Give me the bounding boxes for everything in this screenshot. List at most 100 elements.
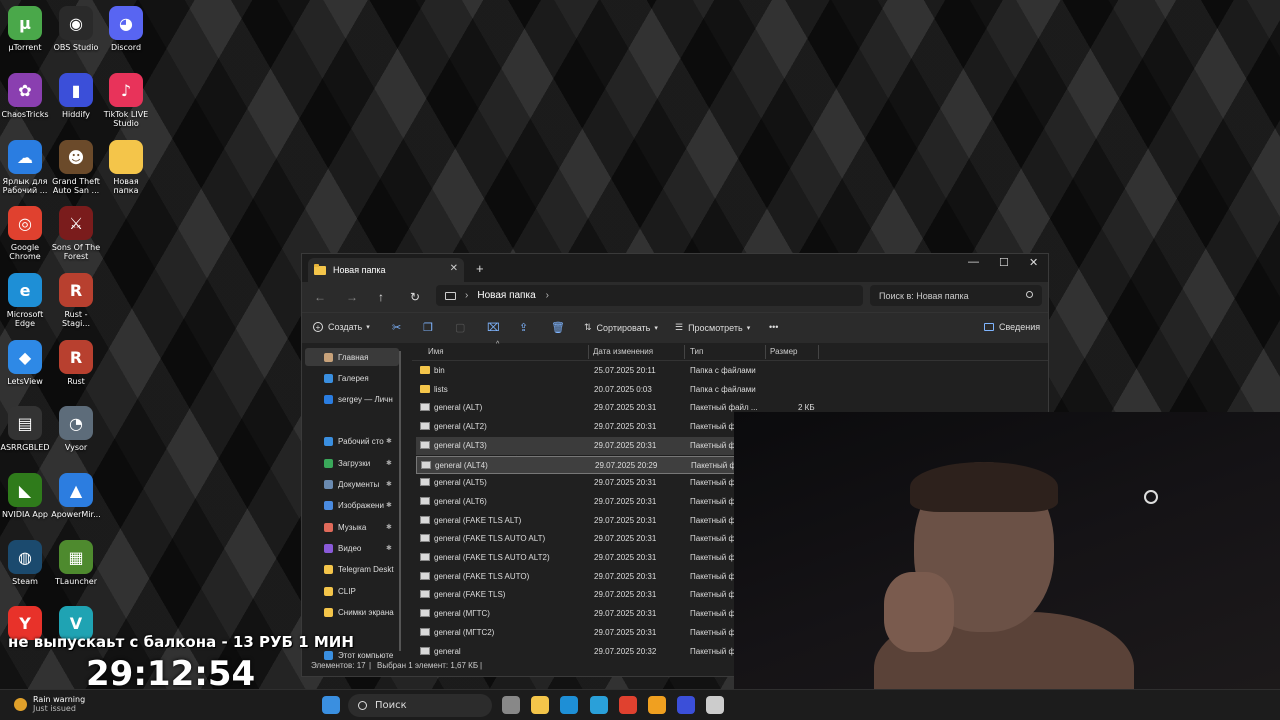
nav-item[interactable]: Изображени [324,496,384,514]
taskbar-search-input[interactable]: Поиск [348,694,492,717]
view-button[interactable]: ☰ Просмотреть ▾ [675,322,750,333]
create-button[interactable]: + Создать ▾ [313,322,370,332]
tab-new-folder[interactable]: Новая папка ✕ [308,258,464,282]
file-row[interactable]: general (ALT) 29.07.2025 20:31 Пакетный фа… [416,399,815,417]
desktop-icon[interactable]: R Rust [51,340,101,386]
column-divider[interactable] [684,345,685,359]
task-view-button[interactable] [502,696,520,714]
nav-item[interactable]: Рабочий сто [324,432,384,450]
desktop-icon[interactable]: ✿ ChaosTricks [0,73,50,119]
nav-item[interactable]: Главная [305,348,399,366]
search-input[interactable]: Поиск в: Новая папка [870,285,1042,306]
column-date[interactable]: Дата изменения [593,347,653,356]
nav-item-icon [324,500,333,510]
cut-icon[interactable]: ✂ [392,321,401,334]
file-row[interactable]: general (ALT2) 29.07.2025 20:31 Пакетный ф [416,418,736,436]
file-row[interactable]: general (ALT3) 29.07.2025 20:31 Пакетный ф [416,436,736,455]
desktop-icon[interactable]: ◉ OBS Studio [51,6,101,52]
file-row[interactable]: general (FAKE TLS AUTO) 29.07.2025 20:31 П… [416,568,736,586]
up-icon[interactable]: ↑ [378,290,384,304]
file-row[interactable]: general (МГТС2) 29.07.2025 20:31 Пакетный … [416,624,736,642]
desktop-icon[interactable]: ◣ NVIDIA App [0,473,50,519]
nav-item[interactable]: Снимки экрана [324,603,394,621]
tool-button[interactable] [706,696,724,714]
desktop-icon[interactable]: ☁ Ярлык для Рабочий ... [0,140,50,195]
nav-item[interactable]: Видео [324,539,361,557]
hiddify-button[interactable] [677,696,695,714]
pin-icon: ✱ [386,545,392,552]
forward-icon[interactable]: → [346,290,358,304]
desktop-icon[interactable]: ▤ ASRRGBLED [0,406,50,452]
app-yellow-button[interactable] [648,696,666,714]
maximize-button[interactable]: ☐ [999,256,1009,269]
desktop-icon[interactable]: ▦ TLauncher [51,540,101,586]
start-button[interactable] [322,696,340,714]
column-size[interactable]: Размер [770,347,798,356]
desktop-icon[interactable]: ◍ Steam [0,540,50,586]
batch-file-icon [420,590,430,599]
column-divider[interactable] [765,345,766,359]
sort-button[interactable]: ⇅ Сортировать ▾ [584,322,658,333]
desktop-icon[interactable]: ⚔ Sons Of The Forest [51,206,101,261]
file-row[interactable]: general (ALT4) 29.07.2025 20:29 Пакетный ф [416,455,736,474]
nav-item[interactable]: Музыка [324,518,366,536]
chrome-button[interactable] [619,696,637,714]
file-row[interactable]: general (ALT5) 29.07.2025 20:31 Пакетный ф [416,474,736,492]
desktop-icon[interactable]: ◔ Vysor [51,406,101,452]
desktop-icon[interactable]: ◎ Google Chrome [0,206,50,261]
address-field[interactable]: › Новая папка › [436,285,863,306]
nav-item[interactable]: Telegram Deskt [324,560,394,578]
desktop-icon[interactable]: e Microsoft Edge [0,273,50,328]
new-tab-button[interactable]: + [476,261,484,276]
breadcrumb[interactable]: Новая папка [477,290,535,301]
file-row[interactable]: general (FAKE TLS AUTO ALT2) 29.07.2025 2… [416,549,736,567]
close-button[interactable]: ✕ [1029,256,1038,269]
file-explorer-button[interactable] [531,696,549,714]
nav-item-label: Загрузки [338,458,371,468]
column-divider[interactable] [588,345,589,359]
file-row[interactable]: bin 25.07.2025 20:11 Папка с файлами [416,362,756,380]
nav-item[interactable]: sergey — Личн [324,390,393,408]
nav-item[interactable]: Галерея [324,369,369,387]
desktop-icon[interactable]: ▮ Hiddify [51,73,101,119]
desktop-icon[interactable]: ◆ LetsView [0,340,50,386]
refresh-icon[interactable]: ↻ [410,290,420,304]
nav-item[interactable]: CLIP [324,582,356,600]
delete-icon[interactable]: 🗑 [551,321,565,334]
column-name[interactable]: Имя [428,347,444,356]
taskbar-search-label: Поиск [375,700,407,711]
desktop-icon[interactable]: R Rust - Stagi... [51,273,101,328]
more-options-icon[interactable]: ••• [769,322,778,332]
desktop-icon[interactable]: Новая папка [101,140,151,195]
desktop-icon[interactable]: µ µTorrent [0,6,50,52]
file-row[interactable]: general (FAKE TLS) 29.07.2025 20:31 Пакетн… [416,586,736,604]
weather-widget[interactable]: Rain warning Just issued [14,695,85,713]
desktop-icon[interactable]: ☻ Grand Theft Auto San ... [51,140,101,195]
copy-icon[interactable]: ❐ [423,321,433,334]
paste-icon[interactable]: ▢ [455,321,465,334]
column-type[interactable]: Тип [690,347,703,356]
back-icon[interactable]: ← [314,290,326,304]
file-row[interactable]: lists 20.07.2025 0:03 Папка с файлами [416,381,756,399]
nav-item[interactable]: Документы [324,475,379,493]
file-row[interactable]: general (МГТС) 29.07.2025 20:31 Пакетный ф [416,605,736,623]
rename-icon[interactable]: ⌧ [487,321,500,334]
tab-close-icon[interactable]: ✕ [450,263,458,274]
file-row[interactable]: general (ALT6) 29.07.2025 20:31 Пакетный ф [416,493,736,511]
nav-item[interactable]: Загрузки [324,454,370,472]
desktop-icon-label: Google Chrome [9,243,41,261]
edge-button[interactable] [560,696,578,714]
telegram-button[interactable] [590,696,608,714]
file-row[interactable]: general (FAKE TLS AUTO ALT) 29.07.2025 20… [416,530,736,548]
file-row[interactable]: general (FAKE TLS ALT) 29.07.2025 20:31 Па… [416,512,736,530]
column-divider[interactable] [818,345,819,359]
minimize-button[interactable]: — [968,256,979,268]
app-icon: ◉ [59,6,93,40]
breadcrumb-chevron-icon[interactable]: › [546,290,549,301]
nav-scrollbar[interactable] [399,351,401,651]
desktop-icon[interactable]: ▲ ApowerMir... [51,473,101,519]
details-button[interactable]: Сведения [984,322,1040,332]
desktop-icon[interactable]: ♪ TikTok LIVE Studio [101,73,151,128]
desktop-icon[interactable]: ◕ Discord [101,6,151,52]
share-icon[interactable]: ⇪ [519,321,528,334]
